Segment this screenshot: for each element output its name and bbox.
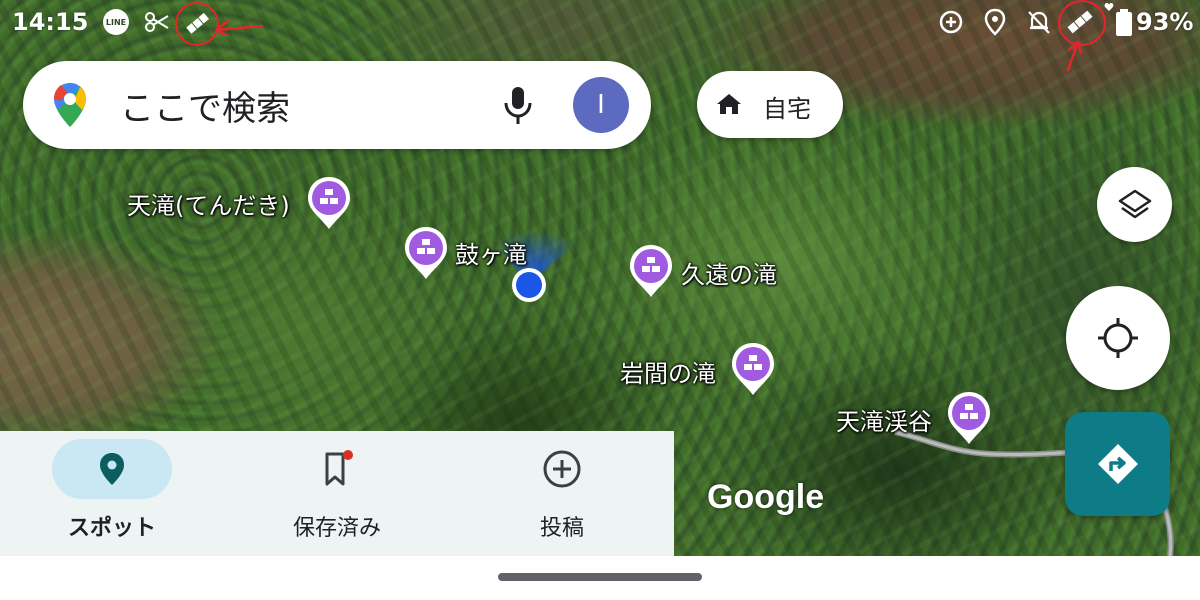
home-shortcut-chip[interactable]: 自宅 (697, 71, 843, 138)
nav-icon-wrap (277, 439, 397, 499)
home-label: 自宅 (763, 95, 811, 123)
nav-label-spot: スポット (67, 516, 156, 541)
status-time: 14:15 (12, 8, 89, 36)
waterfall-pin-icon[interactable] (730, 341, 776, 397)
annotation-red-arrow (214, 19, 264, 36)
nav-label-post: 投稿 (539, 516, 584, 541)
scissors-icon (145, 12, 169, 32)
poi-label-tendaki-keikoku[interactable]: 天滝渓谷 (836, 402, 932, 437)
poi-label-iwama-no-taki[interactable]: 岩間の滝 (620, 354, 716, 389)
nav-active-indicator (52, 439, 172, 499)
nav-item-spot[interactable]: スポット (0, 431, 224, 556)
waterfall-pin-icon[interactable] (306, 175, 352, 231)
directions-icon (1097, 444, 1138, 484)
poi-label-tendaki[interactable]: 天滝(てんだき) (127, 186, 290, 221)
add-circle-icon (543, 450, 581, 488)
nav-icon-wrap (502, 439, 622, 499)
bookmark-icon (325, 450, 353, 486)
battery-percent: 93% (1136, 8, 1194, 36)
my-location-button[interactable] (1066, 286, 1170, 390)
waterfall-pin-icon[interactable] (403, 225, 449, 281)
layers-button[interactable] (1097, 167, 1172, 242)
mute-bell-icon (1028, 11, 1050, 34)
line-icon: LINE (103, 9, 129, 35)
google-watermark: Google (707, 478, 825, 516)
crosshair-icon (1098, 318, 1138, 358)
search-placeholder[interactable]: ここで検索 (120, 81, 290, 130)
battery-icon (1116, 9, 1132, 36)
account-avatar[interactable]: I (573, 77, 629, 133)
poi-label-kuon-no-taki[interactable]: 久遠の滝 (681, 255, 777, 290)
gesture-handle[interactable] (498, 573, 702, 581)
home-icon (717, 94, 741, 114)
location-icon (984, 8, 1006, 36)
waterfall-pin-icon[interactable] (946, 390, 992, 446)
annotation-red-arrow (1066, 40, 1083, 72)
explore-pin-icon (100, 453, 124, 485)
search-bar[interactable]: ここで検索 I (23, 61, 651, 149)
current-location-dot (512, 268, 546, 302)
bottom-navigation: スポット 保存済み 投稿 (0, 431, 674, 556)
poi-label-tsuzumigataki[interactable]: 鼓ヶ滝 (455, 235, 527, 270)
data-saver-icon (939, 10, 963, 34)
heart-icon (1104, 3, 1114, 11)
nav-item-saved[interactable]: 保存済み (225, 431, 449, 556)
nav-label-saved: 保存済み (292, 516, 381, 541)
waterfall-pin-icon[interactable] (628, 243, 674, 299)
directions-button[interactable] (1065, 412, 1170, 516)
layers-icon (1118, 189, 1151, 218)
microphone-icon[interactable] (501, 85, 535, 125)
google-maps-logo-icon (54, 83, 86, 127)
nav-item-post[interactable]: 投稿 (450, 431, 674, 556)
